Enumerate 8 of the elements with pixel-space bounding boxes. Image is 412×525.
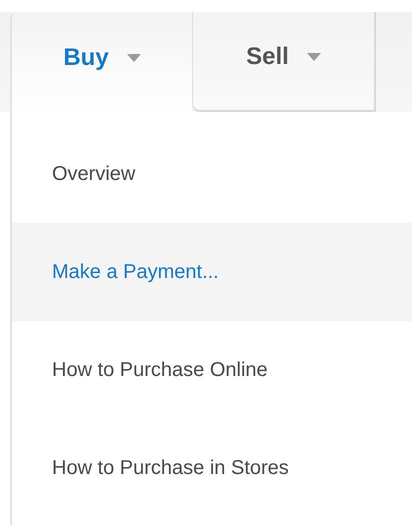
menu-item[interactable]: Overview <box>12 125 412 223</box>
caret-icon <box>306 53 321 61</box>
caret-icon <box>126 54 141 62</box>
menu-item[interactable]: How to Purchase Online <box>12 321 412 419</box>
dropdown-tab[interactable]: Sell <box>192 12 376 112</box>
menu-item[interactable]: How to Purchase in Stores <box>12 419 412 517</box>
menu-item[interactable]: Make a Payment... <box>12 223 412 321</box>
dropdown-tab[interactable]: Buy <box>10 12 192 112</box>
